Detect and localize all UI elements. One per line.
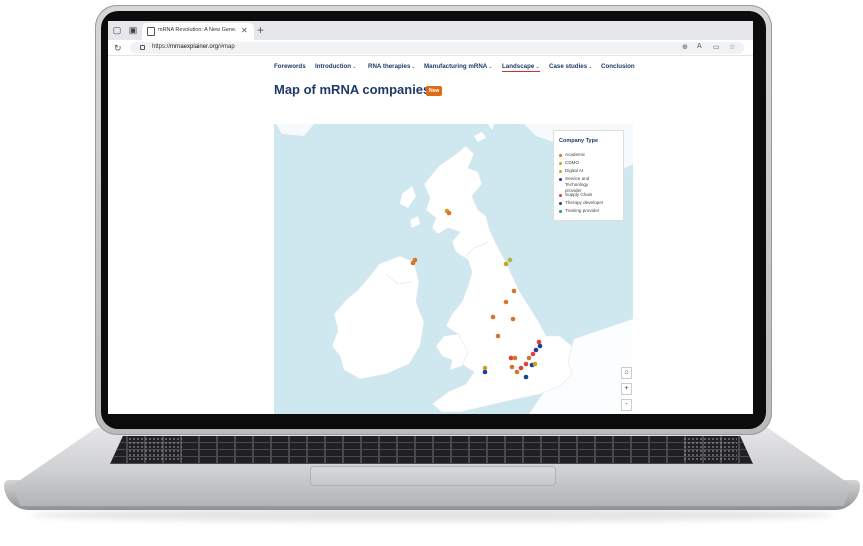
marker-academic[interactable] xyxy=(510,316,516,322)
marker-cdmo[interactable] xyxy=(503,261,509,267)
legend-dot xyxy=(559,169,562,173)
site-navigation: Forewords Introduction⌄ RNA therapies⌄ M… xyxy=(108,61,753,75)
nav-rna-therapies-label: RNA therapies xyxy=(368,63,411,70)
url-path: /#map xyxy=(218,44,235,50)
nav-introduction[interactable]: Introduction⌄ xyxy=(315,63,356,70)
marker-academic[interactable] xyxy=(512,355,518,361)
great-britain-landmass xyxy=(423,145,573,413)
legend-dot xyxy=(559,177,562,181)
marker-supply-chain[interactable] xyxy=(508,355,514,361)
nav-rna-therapies[interactable]: RNA therapies⌄ xyxy=(368,63,416,70)
legend-label: Training provider xyxy=(565,208,600,213)
url-text: https://mrnaexplainer.org/#map xyxy=(152,44,235,50)
legend-label: CDMO xyxy=(565,160,580,165)
nav-landscape-label: Landscape xyxy=(502,63,535,70)
marker-academic[interactable] xyxy=(410,260,416,266)
legend-label: Supply Chain xyxy=(565,192,593,197)
laptop-screen: ▢ ▣ mRNA Revolution: A New Gene... ✕ + ↻… xyxy=(108,21,753,414)
chevron-down-icon: ⌄ xyxy=(588,64,593,70)
nav-forewords[interactable]: Forewords xyxy=(274,63,306,70)
nav-manufacturing-mrna[interactable]: Manufacturing mRNA⌄ xyxy=(424,63,492,70)
marker-academic[interactable] xyxy=(509,364,515,370)
nav-case-studies-label: Case studies xyxy=(549,63,588,70)
browser-tab-active[interactable]: mRNA Revolution: A New Gene... ✕ xyxy=(142,23,254,40)
nav-landscape[interactable]: Landscape⌄ xyxy=(502,63,540,72)
legend-label: Academic xyxy=(565,152,586,157)
url-prefix: https:// xyxy=(152,44,171,50)
legend-dot xyxy=(559,209,562,213)
company-map[interactable]: Company Type Academic CDMO Digital AI Se… xyxy=(274,124,633,414)
zoom-out-button[interactable]: - xyxy=(621,399,632,411)
right-speaker-grille xyxy=(683,437,737,461)
reload-icon[interactable]: ↻ xyxy=(114,43,122,53)
marker-academic[interactable] xyxy=(503,299,509,305)
ireland-landmass xyxy=(331,255,425,380)
marker-academic[interactable] xyxy=(446,210,452,216)
marker-therapy-developer[interactable] xyxy=(523,374,529,380)
legend-label: Therapy developer xyxy=(565,200,604,205)
url-field[interactable]: https://mrnaexplainer.org/#map ⊕ A ▭ ☆ xyxy=(130,42,744,54)
legend-title: Company Type xyxy=(559,138,599,144)
url-host: mrnaexplainer.org xyxy=(170,44,219,50)
marker-cdmo[interactable] xyxy=(482,365,488,371)
laptop-keyboard-rows xyxy=(110,436,753,464)
browser-tab-bar: ▢ ▣ mRNA Revolution: A New Gene... ✕ + xyxy=(108,21,753,40)
marker-academic[interactable] xyxy=(526,355,532,361)
split-screen-icon[interactable]: ▭ xyxy=(713,43,720,51)
marker-supply-chain[interactable] xyxy=(530,351,536,357)
close-tab-icon[interactable]: ✕ xyxy=(241,26,248,35)
marker-cdmo[interactable] xyxy=(532,361,538,367)
hebrides-islands xyxy=(400,186,420,228)
left-speaker-grille xyxy=(128,437,182,461)
chevron-down-icon: ⌄ xyxy=(411,64,416,70)
browser-address-bar: ↻ https://mrnaexplainer.org/#map ⊕ A ▭ ☆ xyxy=(108,40,753,56)
marker-therapy-developer[interactable] xyxy=(537,343,543,349)
nav-conclusion-label: Conclusion xyxy=(601,63,635,70)
orkney-islands xyxy=(474,124,494,142)
nav-forewords-label: Forewords xyxy=(274,63,306,70)
legend-dot xyxy=(559,193,562,197)
marker-academic[interactable] xyxy=(511,288,517,294)
marker-supply-chain[interactable] xyxy=(536,339,542,345)
chevron-down-icon: ⌄ xyxy=(488,64,493,70)
marker-supply-chain[interactable] xyxy=(523,361,529,367)
profile-icon[interactable]: ▢ xyxy=(112,25,122,35)
nav-introduction-label: Introduction xyxy=(315,63,352,70)
marker-supply-chain[interactable] xyxy=(518,365,524,371)
marker-academic[interactable] xyxy=(490,314,496,320)
chevron-down-icon: ⌄ xyxy=(352,64,357,70)
iceland-landmass xyxy=(276,124,314,136)
legend-dot xyxy=(559,161,562,165)
marker-academic[interactable] xyxy=(495,333,501,339)
nav-case-studies[interactable]: Case studies⌄ xyxy=(549,63,592,70)
marker-academic[interactable] xyxy=(514,369,520,375)
legend-dot xyxy=(559,153,562,157)
map-home-button[interactable]: ⌂ xyxy=(621,367,632,379)
chevron-down-icon: ⌄ xyxy=(535,64,540,70)
new-badge: New xyxy=(426,86,443,96)
nav-manufacturing-mrna-label: Manufacturing mRNA xyxy=(424,63,488,70)
page-favicon-icon xyxy=(147,27,155,36)
tab-title: mRNA Revolution: A New Gene... xyxy=(158,27,236,33)
zoom-icon[interactable]: ⊕ xyxy=(682,43,688,51)
marker-therapy-developer[interactable] xyxy=(482,369,488,375)
tab-actions-icon[interactable]: ▣ xyxy=(128,25,138,35)
marker-service-provider[interactable] xyxy=(533,347,539,353)
lock-icon xyxy=(140,45,145,50)
page-title: Map of mRNA companies xyxy=(274,82,431,97)
read-aloud-icon[interactable]: A xyxy=(697,43,702,50)
new-tab-icon[interactable]: + xyxy=(257,23,264,37)
favorite-star-icon[interactable]: ☆ xyxy=(729,43,735,51)
laptop-trackpad xyxy=(311,467,555,485)
laptop-shadow xyxy=(30,508,834,522)
nav-conclusion[interactable]: Conclusion xyxy=(601,63,635,70)
map-legend: Company Type Academic CDMO Digital AI Se… xyxy=(553,130,624,221)
legend-label: Digital AI xyxy=(565,168,584,173)
zoom-in-button[interactable]: + xyxy=(621,383,632,395)
marker-digital-ai[interactable] xyxy=(507,257,513,263)
legend-dot xyxy=(559,201,562,205)
